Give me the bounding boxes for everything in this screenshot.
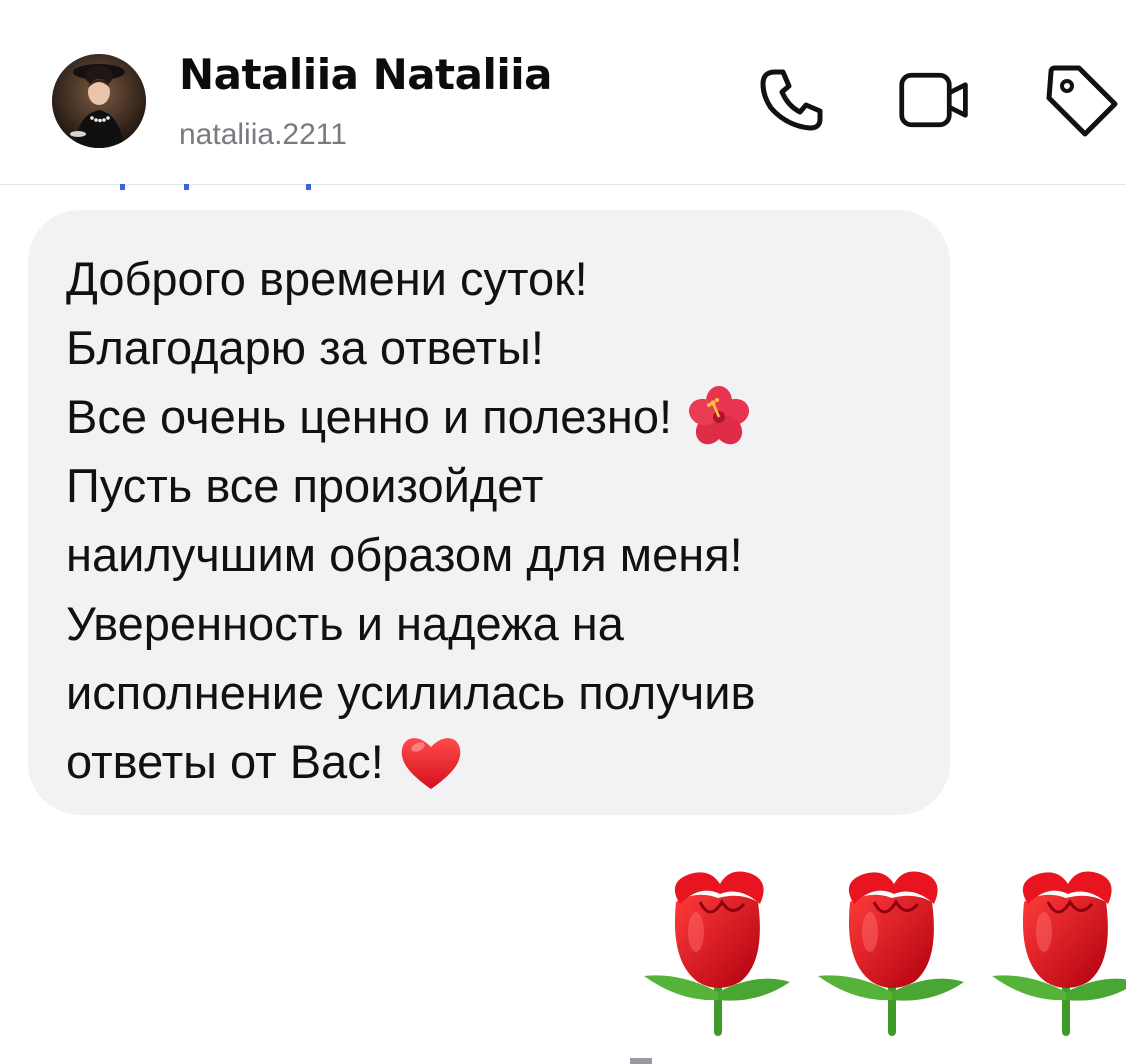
call-button[interactable] (753, 62, 829, 138)
red-heart-icon (398, 731, 464, 793)
rose-icon (988, 862, 1126, 1037)
hibiscus-icon (686, 385, 752, 448)
tag-icon (1046, 65, 1118, 137)
message-line: Все очень ценно и полезно! (66, 382, 920, 451)
tag-button[interactable] (1043, 62, 1119, 138)
message-line: наилучшим образом для меня! (66, 528, 743, 581)
message-line: Благодарю за ответы! (66, 321, 544, 374)
message-line: Уверенность и надежа на (66, 597, 624, 650)
message-line: исполнение усилилась получив (66, 666, 756, 719)
previous-message-remnant (120, 184, 320, 194)
video-call-button[interactable] (897, 62, 973, 138)
next-message-remnant (630, 1058, 652, 1064)
message-line: Пусть все произойдет (66, 459, 544, 512)
chat-header: Nataliia Nataliia nataliia.2211 (0, 0, 1126, 185)
rose-icon (640, 862, 790, 1037)
video-camera-icon (899, 72, 968, 128)
message-line: Доброго времени суток! (66, 252, 588, 305)
contact-username: nataliia.2211 (179, 118, 347, 151)
contact-name[interactable]: Nataliia Nataliia (179, 50, 553, 99)
phone-icon (760, 69, 823, 131)
incoming-message-bubble[interactable]: Доброго времени суток! Благодарю за отве… (28, 210, 950, 815)
message-line: ответы от Вас! (66, 727, 920, 796)
avatar[interactable] (52, 54, 146, 148)
rose-icon (814, 862, 964, 1037)
outgoing-emoji-message[interactable] (640, 862, 1126, 1037)
